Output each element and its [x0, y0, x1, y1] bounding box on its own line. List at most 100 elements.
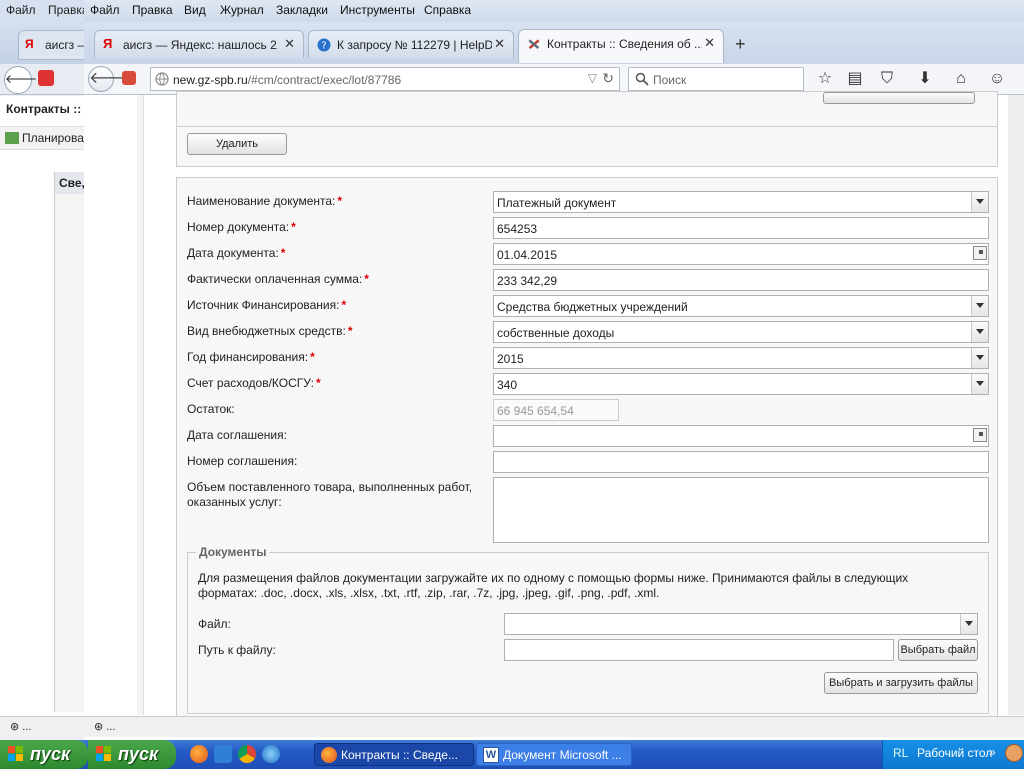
funding-source-label-text: Источник Финансирования:	[187, 298, 340, 312]
calendar-icon[interactable]	[973, 246, 987, 260]
doc-date-value: 01.04.2015	[497, 248, 558, 262]
agreement-number-input[interactable]	[493, 451, 989, 473]
volume-textarea[interactable]	[493, 477, 989, 543]
chrome-quicklaunch-icon[interactable]	[238, 745, 256, 763]
start-button-secondary[interactable]: пуск	[88, 740, 176, 769]
firefox-quicklaunch-icon[interactable]	[190, 745, 208, 763]
chevron-down-icon[interactable]	[971, 296, 988, 316]
calendar-icon[interactable]	[973, 428, 987, 442]
language-indicator[interactable]: RL	[893, 746, 908, 760]
bg-menu-file[interactable]: Файл	[6, 3, 36, 17]
explorer-quicklaunch-icon[interactable]	[262, 745, 280, 763]
chevron-down-icon[interactable]	[971, 348, 988, 368]
menu-tools[interactable]: Инструменты	[340, 3, 415, 17]
documents-legend: Документы	[196, 545, 270, 559]
agreement-date-label: Дата соглашения:	[187, 428, 287, 442]
doc-number-label: Номер документа: *	[187, 220, 296, 234]
page-left-gutter	[137, 95, 144, 715]
url-path: /#cm/contract/exec/lot/87786	[247, 73, 402, 87]
expense-account-label: Счет расходов/КОСГУ: *	[187, 376, 321, 390]
statusbar: ⊛ ...	[84, 716, 1024, 737]
start-label: пуск	[118, 744, 159, 764]
menu-file[interactable]: Файл	[90, 3, 120, 17]
bg-header-title: Контракты ::	[6, 102, 82, 116]
bg-menu-edit[interactable]: Правка	[48, 3, 84, 17]
close-icon[interactable]: ✕	[704, 35, 715, 51]
menu-history[interactable]: Журнал	[220, 3, 264, 17]
doc-name-select[interactable]: Платежный документ	[493, 191, 989, 213]
tab-contracts[interactable]: Контракты :: Сведения об ... ✕	[518, 29, 724, 63]
doc-date-label: Дата документа: *	[187, 246, 285, 260]
expense-account-label-text: Счет расходов/КОСГУ:	[187, 376, 314, 390]
doc-name-label: Наименование документа: *	[187, 194, 342, 208]
required-star: *	[310, 350, 315, 364]
chat-icon[interactable]: ☺	[986, 68, 1008, 90]
previous-action-button[interactable]	[823, 92, 975, 104]
doc-number-input[interactable]: 654253	[493, 217, 989, 239]
back-arrow-icon[interactable]: 🡐	[88, 66, 132, 92]
bg-content: Контракты :: Планирован Све,	[0, 96, 84, 716]
home-page-icon[interactable]	[122, 71, 136, 85]
home-icon[interactable]: ⌂	[950, 68, 972, 90]
pocket-icon[interactable]: ⛉	[876, 68, 898, 90]
funding-year-select[interactable]: 2015	[493, 347, 989, 369]
file-select[interactable]	[504, 613, 978, 635]
file-path-label: Путь к файлу:	[198, 643, 276, 657]
menu-edit[interactable]: Правка	[132, 3, 173, 17]
choose-file-button[interactable]: Выбрать файл	[898, 639, 978, 661]
chevron-down-icon[interactable]	[971, 322, 988, 342]
ie-quicklaunch-icon[interactable]	[214, 745, 232, 763]
required-star: *	[337, 194, 343, 208]
menu-view[interactable]: Вид	[184, 3, 206, 17]
menu-bookmarks[interactable]: Закладки	[276, 3, 328, 17]
agreement-number-label: Номер соглашения:	[187, 454, 298, 468]
expense-account-value: 340	[497, 378, 518, 392]
close-icon[interactable]: ✕	[494, 36, 505, 52]
show-hidden-icons-icon[interactable]	[1005, 744, 1023, 762]
task-word[interactable]: W Документ Microsoft ...	[476, 743, 632, 766]
desktop-toolbar-label[interactable]: Рабочий стол	[917, 746, 992, 760]
funding-source-select[interactable]: Средства бюджетных учреждений	[493, 295, 989, 317]
url-bar[interactable]: new.gz-spb.ru/#cm/contract/exec/lot/8778…	[150, 67, 620, 91]
volume-label: Объем поставленного товара, выполненных …	[187, 480, 472, 509]
expense-account-select[interactable]: 340	[493, 373, 989, 395]
tab-helpdesk[interactable]: ? К запросу № 112279 | HelpD... ✕	[308, 30, 514, 58]
start-button[interactable]: пуск	[0, 740, 88, 769]
paid-amount-input[interactable]: 233 342,29	[493, 269, 989, 291]
download-icon[interactable]: ⬇	[914, 68, 936, 90]
bookmarks-list-icon[interactable]: ▤	[844, 68, 866, 90]
expand-chevron-icon[interactable]: »	[989, 745, 996, 759]
paid-amount-value: 233 342,29	[497, 274, 558, 288]
tab-title: Контракты :: Сведения об ...	[547, 37, 702, 51]
chevron-down-icon[interactable]	[960, 614, 977, 634]
bg-tabbar: Я аисгз —	[0, 22, 84, 64]
search-icon	[635, 72, 649, 86]
task-firefox[interactable]: Контракты :: Сведе...	[314, 743, 474, 766]
tab-yandex[interactable]: Я аисгз — Яндекс: нашлось 2... ✕	[94, 30, 304, 58]
bookmark-star-icon[interactable]: ☆	[814, 68, 836, 90]
reload-icon[interactable]: ↻	[602, 70, 614, 87]
bg-tab[interactable]: Я аисгз —	[18, 30, 84, 60]
chevron-down-icon[interactable]	[971, 192, 988, 212]
close-icon[interactable]: ✕	[284, 36, 295, 52]
agreement-date-input[interactable]	[493, 425, 989, 447]
required-star: *	[280, 246, 286, 260]
menu-help[interactable]: Справка	[424, 3, 471, 17]
volume-label-line1: Объем поставленного товара, выполненных …	[187, 480, 473, 494]
dropdown-arrow-icon[interactable]: ▽	[588, 71, 597, 85]
bg-home-icon[interactable]	[38, 70, 54, 86]
upload-files-button[interactable]: Выбрать и загрузить файлы	[824, 672, 978, 694]
yandex-icon: Я	[103, 36, 113, 51]
tools-icon	[528, 39, 540, 50]
page-scrollbar[interactable]	[1008, 95, 1024, 715]
bg-sidebar-item[interactable]: Планирован	[0, 126, 84, 150]
status-text: ⊛ ...	[94, 721, 116, 733]
delete-button[interactable]: Удалить	[187, 133, 287, 155]
bg-back-icon[interactable]: 🡐	[4, 66, 37, 94]
search-bar[interactable]: Поиск	[628, 67, 804, 91]
offbudget-type-select[interactable]: собственные доходы	[493, 321, 989, 343]
file-path-input[interactable]	[504, 639, 894, 661]
doc-date-input[interactable]: 01.04.2015	[493, 243, 989, 265]
new-tab-plus-icon[interactable]: +	[735, 34, 746, 55]
chevron-down-icon[interactable]	[971, 374, 988, 394]
